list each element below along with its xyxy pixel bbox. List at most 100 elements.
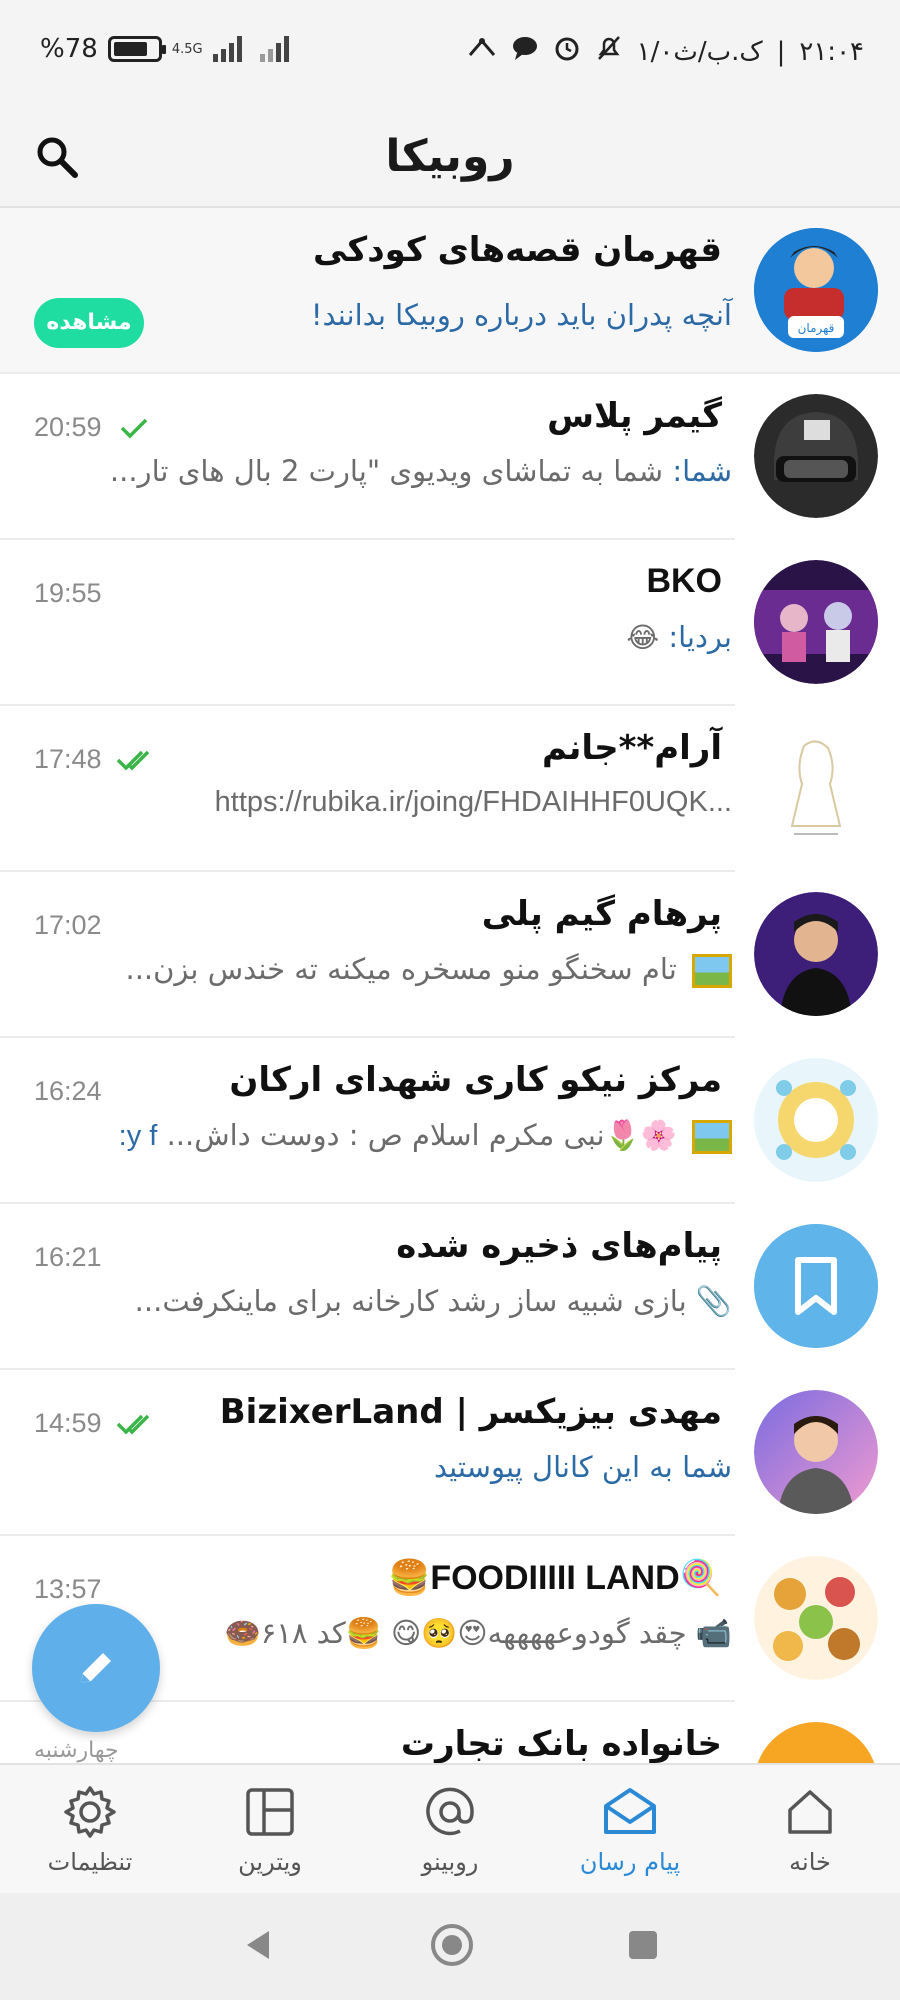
app-title: روبیکا bbox=[385, 131, 515, 182]
preview-sender: شما: bbox=[672, 454, 732, 488]
view-button[interactable]: مشاهده bbox=[34, 298, 144, 348]
double-check-icon bbox=[116, 1414, 149, 1434]
notif-icon-1 bbox=[467, 35, 497, 68]
chat-time: 16:21 bbox=[34, 1242, 102, 1273]
chat-title: مهدی بیزیکسر | BizixerLand bbox=[219, 1392, 722, 1432]
pencil-icon bbox=[81, 1653, 111, 1683]
chat-preview: https://rubika.ir/joing/FHDAIHHF0UQK... bbox=[215, 786, 732, 819]
preview-text: 📎 بازی شبیه ساز رشد کارخانه برای ماینکرف… bbox=[134, 1284, 732, 1318]
chat-list[interactable]: قهرمان قهرمان قصه‌های کودکی آنچه پدران ب… bbox=[0, 208, 900, 1763]
status-separator: | bbox=[776, 36, 786, 67]
nav-label: خانه bbox=[789, 1848, 831, 1876]
avatar bbox=[754, 1058, 878, 1182]
showcase-icon bbox=[240, 1782, 300, 1842]
chat-time: 14:59 bbox=[34, 1408, 158, 1439]
nav-showcase[interactable]: ویترین bbox=[180, 1765, 360, 1893]
time-text: 16:24 bbox=[34, 1076, 102, 1106]
chat-title: آرام**جانم bbox=[541, 728, 722, 768]
chat-title: 🍭FOODIIIII LAND🍔 bbox=[387, 1559, 722, 1597]
chat-title: BKO bbox=[646, 562, 722, 600]
bottom-nav: تنظیمات ویترین روبینو پیام رسان خانه bbox=[0, 1763, 900, 1893]
chat-time: 17:48 bbox=[34, 744, 158, 775]
nav-rubino[interactable]: روبینو bbox=[360, 1765, 540, 1893]
battery-percent-sign: % bbox=[40, 34, 65, 64]
battery-icon bbox=[107, 36, 166, 62]
chat-preview: 📎 بازی شبیه ساز رشد کارخانه برای ماینکرف… bbox=[135, 1284, 732, 1319]
gear-icon bbox=[60, 1782, 120, 1842]
chat-item-charity[interactable]: مرکز نیکو کاری شهدای ارکان 🌸🌷نبی مکرم اس… bbox=[0, 1038, 900, 1204]
chat-item-saved-messages[interactable]: پیام‌های ذخیره شده 📎 بازی شبیه ساز رشد ک… bbox=[0, 1204, 900, 1370]
nav-messenger[interactable]: پیام رسان bbox=[540, 1765, 720, 1893]
nav-label: تنظیمات bbox=[47, 1848, 133, 1876]
avatar bbox=[754, 1722, 878, 1763]
chat-bubble-icon bbox=[511, 35, 539, 68]
chat-time: 19:55 bbox=[34, 578, 102, 609]
chat-preview: 📹 چقد گودوعههههه😍🥺😋 🍔کد ۶۱۸🍩 bbox=[225, 1616, 732, 1651]
nav-label: روبینو bbox=[421, 1848, 479, 1876]
preview-text: شما به تماشای ویدیوی "پارت 2 بال های تار… bbox=[109, 454, 664, 488]
home-button-icon[interactable] bbox=[429, 1922, 475, 1972]
back-icon[interactable] bbox=[239, 1925, 279, 1969]
chat-preview: بردیا: 😂 bbox=[626, 620, 732, 654]
chat-item-parham[interactable]: پرهام گیم پلی تام سخنگو منو مسخره میکنه … bbox=[0, 872, 900, 1038]
time-text: 14:59 bbox=[34, 1408, 102, 1438]
preview-text: تام سخنگو منو مسخره میکنه ته خندس بزن... bbox=[125, 952, 677, 986]
avatar bbox=[754, 560, 878, 684]
mute-icon bbox=[595, 34, 623, 69]
alarm-icon bbox=[553, 34, 581, 69]
svg-text:قهرمان: قهرمان bbox=[798, 321, 835, 336]
avatar bbox=[754, 394, 878, 518]
chat-time: 13:57 bbox=[34, 1574, 102, 1605]
chat-title: پیام‌های ذخیره شده bbox=[396, 1226, 722, 1266]
ad-description: آنچه پدران باید درباره روبیکا بدانند! bbox=[310, 298, 732, 332]
ad-item[interactable]: قهرمان قهرمان قصه‌های کودکی آنچه پدران ب… bbox=[0, 208, 900, 374]
status-date: ۱/۰ک.ب/ث bbox=[636, 36, 763, 67]
chat-preview: شما: شما به تماشای ویدیوی "پارت 2 بال ها… bbox=[110, 454, 732, 488]
avatar bbox=[754, 892, 878, 1016]
preview-text: 📹 چقد گودوعههههه😍🥺😋 🍔کد ۶۱۸🍩 bbox=[224, 1616, 732, 1650]
chat-time: 17:02 bbox=[34, 910, 102, 941]
compose-button[interactable] bbox=[32, 1604, 160, 1732]
messenger-icon bbox=[600, 1782, 660, 1842]
chat-title: مرکز نیکو کاری شهدای ارکان bbox=[229, 1060, 722, 1100]
avatar bbox=[754, 726, 878, 850]
double-check-icon bbox=[116, 750, 149, 770]
nav-label: ویترین bbox=[238, 1848, 302, 1876]
nav-home[interactable]: خانه bbox=[720, 1765, 900, 1893]
recents-icon[interactable] bbox=[625, 1927, 661, 1967]
status-right: ۱/۰ک.ب/ث | ۲۱:۰۴ bbox=[467, 34, 864, 69]
avatar bbox=[754, 1556, 878, 1680]
preview-text: https://rubika.ir/joing/FHDAIHHF0UQK... bbox=[214, 786, 732, 818]
network-type: 4.5G bbox=[171, 41, 203, 57]
time-text: 13:57 bbox=[34, 1574, 102, 1604]
chat-item-bizixerland[interactable]: مهدی بیزیکسر | BizixerLand شما به این کا… bbox=[0, 1370, 900, 1536]
time-text: 17:02 bbox=[34, 910, 102, 940]
chat-title: خانواده بانک تجارت bbox=[400, 1724, 722, 1763]
time-text: 20:59 bbox=[34, 412, 102, 442]
avatar bbox=[754, 1390, 878, 1514]
app-bar: روبیکا bbox=[0, 106, 900, 208]
chat-item-bko[interactable]: BKO بردیا: 😂 19:55 bbox=[0, 540, 900, 706]
chat-item-aram[interactable]: آرام**جانم https://rubika.ir/joing/FHDAI… bbox=[0, 706, 900, 872]
avatar bbox=[754, 1224, 878, 1348]
chat-item-gamer-plus[interactable]: گیمر پلاس شما: شما به تماشای ویدیوی "پار… bbox=[0, 374, 900, 540]
status-time: ۲۱:۰۴ bbox=[799, 36, 864, 67]
image-thumbnail-icon bbox=[692, 954, 732, 988]
signal-2-icon bbox=[259, 36, 289, 62]
nav-settings[interactable]: تنظیمات bbox=[0, 1765, 180, 1893]
chat-preview: تام سخنگو منو مسخره میکنه ته خندس بزن... bbox=[125, 952, 732, 988]
chat-title: پرهام گیم پلی bbox=[481, 894, 722, 934]
chat-title: گیمر پلاس bbox=[547, 396, 722, 436]
chat-preview: شما به این کانال پیوستید bbox=[434, 1450, 732, 1484]
preview-text: 😂 bbox=[626, 621, 660, 654]
image-thumbnail-icon bbox=[692, 1120, 732, 1154]
chat-title: قهرمان قصه‌های کودکی bbox=[313, 230, 722, 270]
chat-preview: 🌸🌷نبی مکرم اسلام ص : دوست داش... y f: bbox=[119, 1118, 732, 1154]
nav-label: پیام رسان bbox=[579, 1848, 681, 1876]
ad-avatar: قهرمان bbox=[754, 228, 878, 352]
chat-time: چهارشنبه bbox=[34, 1738, 119, 1763]
home-icon bbox=[780, 1782, 840, 1842]
time-text: 16:21 bbox=[34, 1242, 102, 1272]
preview-text: شما به این کانال پیوستید bbox=[433, 1450, 732, 1484]
single-check-icon bbox=[120, 418, 147, 438]
